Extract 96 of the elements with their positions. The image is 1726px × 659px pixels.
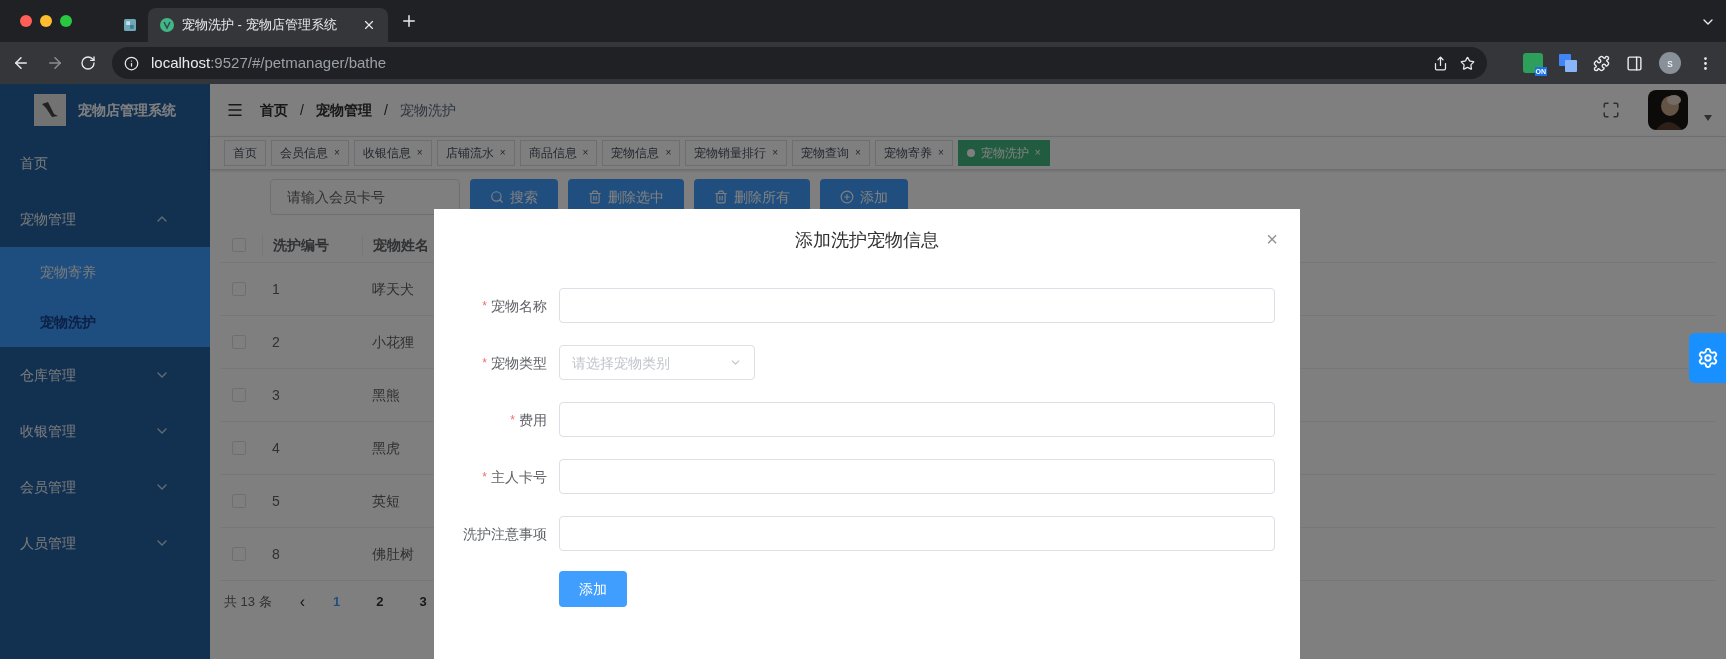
forward-icon[interactable] <box>46 54 64 72</box>
required-mark: * <box>482 468 487 485</box>
search-icon <box>490 190 504 204</box>
profile-avatar[interactable]: s <box>1659 52 1681 74</box>
table-cell-text: 3 <box>271 386 281 405</box>
settings-icon <box>1696 347 1719 369</box>
table-cell-text: 1 <box>271 280 281 299</box>
table-cell-text: 2 <box>271 333 281 352</box>
reload-icon[interactable] <box>80 55 96 71</box>
share-icon[interactable] <box>1433 55 1448 71</box>
tag-tab[interactable]: 商品信息 × <box>519 140 598 166</box>
submenu-item[interactable]: 宠物寄养 <box>0 247 210 297</box>
tag-close[interactable]: × <box>499 146 506 160</box>
menu-icon[interactable] <box>226 101 244 119</box>
favicon-icon <box>124 17 136 33</box>
tag-tab[interactable]: 会员信息 × <box>271 140 349 166</box>
field-label: 费用 <box>519 410 547 430</box>
dialog-title: 添加洗护宠物信息 <box>795 229 939 252</box>
required-mark: * <box>510 411 515 428</box>
tag-close[interactable]: × <box>582 146 589 160</box>
field-label: 洗护注意事项 <box>463 524 547 544</box>
puzzle-icon[interactable] <box>1593 54 1610 72</box>
sidebar-item[interactable]: 人员管理 <box>0 515 210 571</box>
tag-tab[interactable]: 宠物寄养 × <box>874 140 953 166</box>
field-label: 宠物类型 <box>491 353 547 373</box>
search-field[interactable]: 请输入会员卡号 <box>270 179 460 215</box>
logo-icon <box>34 93 66 126</box>
translate-icon[interactable] <box>1559 54 1577 72</box>
tag-close[interactable]: × <box>665 146 672 160</box>
browser-tab[interactable]: 宠物洗护 - 宠物店管理系统 <box>148 8 388 42</box>
breadcrumb-item: 宠物洗护 <box>399 101 456 120</box>
address-bar[interactable]: localhost:9527/#/petmanager/bathe <box>112 47 1487 79</box>
table-cell-text: 佛肚树 <box>371 545 415 564</box>
sidebar-item[interactable]: 首页 <box>0 135 210 191</box>
caret-icon[interactable] <box>1704 115 1712 121</box>
breadcrumb-item[interactable]: 宠物管理 <box>315 100 372 120</box>
info-icon <box>124 55 139 71</box>
plus-icon <box>840 190 854 204</box>
required-mark: * <box>482 297 487 314</box>
tag-tab[interactable]: 宠物查询 × <box>792 140 870 166</box>
column-header: 洗护编号 <box>262 234 362 255</box>
breadcrumb-separator: / <box>383 101 388 120</box>
tag-tab[interactable]: 宠物洗护 × <box>957 140 1050 166</box>
placeholder-text: 请选择宠物类别 <box>572 353 670 373</box>
input-field[interactable] <box>559 288 1275 323</box>
input-field[interactable] <box>559 459 1275 494</box>
required-mark: * <box>482 354 487 371</box>
total-count: 共 13 条 <box>224 593 272 612</box>
page-number[interactable]: 3 <box>411 592 435 612</box>
side-panel-icon[interactable] <box>1626 54 1643 72</box>
tag-close[interactable]: × <box>1034 146 1041 160</box>
table-cell-text: 8 <box>271 545 281 564</box>
breadcrumb-separator: / <box>300 101 304 120</box>
table-cell-text: 黑虎 <box>371 439 401 458</box>
tag-tab[interactable]: 店铺流水 × <box>436 140 515 166</box>
breadcrumb-item[interactable]: 首页 <box>260 100 288 120</box>
fullscreen-icon[interactable] <box>1602 101 1620 119</box>
field-label: 宠物名称 <box>491 296 547 316</box>
tag-close[interactable]: × <box>855 146 861 160</box>
sidebar-item[interactable]: 收银管理 <box>0 403 210 459</box>
close-icon[interactable] <box>362 18 376 32</box>
sidebar-item[interactable]: 会员管理 <box>0 459 210 515</box>
bookmark-star-icon[interactable] <box>1460 55 1475 71</box>
trash-icon <box>588 190 602 204</box>
tab-title: 宠物洗护 - 宠物店管理系统 <box>182 16 338 35</box>
trash-icon <box>714 190 728 204</box>
tag-close[interactable]: × <box>334 146 340 160</box>
table-cell-text: 4 <box>271 439 281 458</box>
tag-tab[interactable]: 首页 <box>224 140 266 166</box>
page-number[interactable]: 2 <box>368 592 392 612</box>
app-title: 宠物店管理系统 <box>78 100 176 120</box>
favicon-icon <box>160 18 174 32</box>
input-field[interactable] <box>559 516 1275 551</box>
tag-close[interactable]: × <box>937 146 944 160</box>
sidebar-item[interactable]: 仓库管理 <box>0 347 210 403</box>
back-icon[interactable] <box>12 54 30 72</box>
field-label: 主人卡号 <box>491 467 547 487</box>
table-cell-text: 小花狸 <box>371 333 415 352</box>
table-cell-text: 哮天犬 <box>371 280 415 299</box>
dialog-close[interactable]: × <box>1266 225 1278 253</box>
table-cell-text: 英短 <box>371 492 401 511</box>
new-tab-icon[interactable] <box>400 12 418 30</box>
sidebar-item[interactable]: 宠物管理 <box>0 191 210 247</box>
submit-button[interactable]: 添加 <box>559 571 627 607</box>
table-cell-text: 5 <box>271 492 281 511</box>
tag-tab[interactable]: 宠物信息 × <box>602 140 681 166</box>
settings-button[interactable] <box>1689 333 1726 383</box>
tag-close[interactable]: × <box>772 146 779 160</box>
tag-tab[interactable]: 收银信息 × <box>353 140 432 166</box>
input-field[interactable] <box>559 402 1275 437</box>
table-cell-text: 黑熊 <box>371 386 401 405</box>
tag-close[interactable]: × <box>416 146 423 160</box>
url-text: localhost:9527/#/petmanager/bathe <box>151 52 388 73</box>
tag-tab[interactable]: 宠物销量排行 × <box>685 140 788 166</box>
page-number[interactable]: 1 <box>325 592 349 612</box>
prev-page[interactable]: ‹ <box>299 590 305 614</box>
